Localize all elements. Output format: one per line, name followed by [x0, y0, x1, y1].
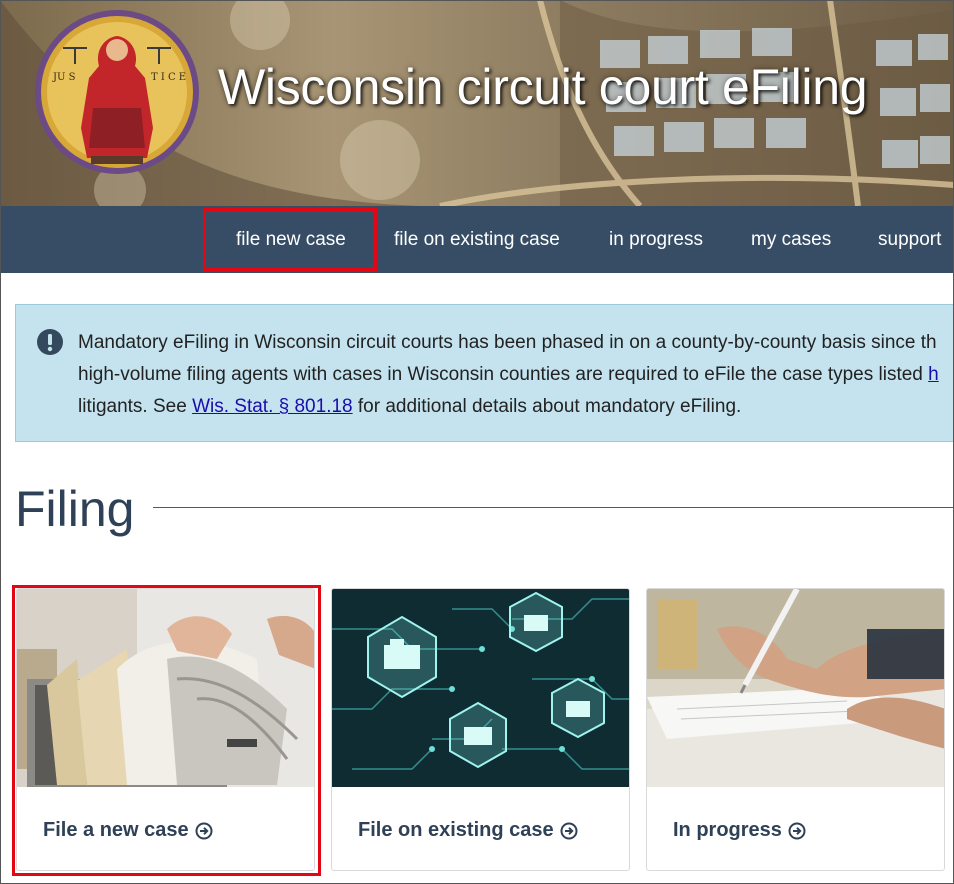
card-label-text: In progress	[673, 819, 782, 841]
alert-line-2: high-volume filing agents with cases in …	[78, 359, 954, 391]
nav-item-file-on-existing-case[interactable]: file on existing case	[394, 206, 560, 273]
card-label-text: File on existing case	[358, 819, 554, 841]
alert-text: Mandatory eFiling in Wisconsin circuit c…	[78, 327, 954, 423]
digital-folders-circuit-photo	[332, 589, 629, 787]
alert-link-here[interactable]: h	[928, 364, 939, 385]
alert-line-1: Mandatory eFiling in Wisconsin circuit c…	[78, 332, 937, 353]
section-divider	[153, 507, 954, 508]
file-drawer-photo	[17, 589, 314, 787]
hand-writing-photo	[647, 589, 944, 787]
main-nav: file new case file on existing case in p…	[0, 206, 954, 273]
card-in-progress[interactable]: In progress	[646, 588, 945, 871]
mandatory-efiling-alert: Mandatory eFiling in Wisconsin circuit c…	[15, 304, 954, 442]
nav-item-in-progress[interactable]: in progress	[609, 206, 703, 273]
alert-line-3-text: litigants. See	[78, 396, 193, 417]
card-label-file-on-existing-case[interactable]: File on existing case	[358, 819, 578, 842]
alert-line-3-tail: for additional details about mandatory e…	[352, 396, 742, 417]
nav-item-my-cases[interactable]: my cases	[751, 206, 831, 273]
seal-text-left: JU S	[52, 72, 76, 83]
section-title: Filing	[15, 481, 135, 537]
card-file-new-case[interactable]: File a new case	[16, 588, 315, 871]
site-header: JU S T I C E Wisconsin circuit court eFi…	[0, 0, 954, 206]
alert-line-2-text: high-volume filing agents with cases in …	[78, 364, 929, 385]
card-label-text: File a new case	[43, 819, 189, 841]
wis-stat-link[interactable]: Wis. Stat. § 801.18	[192, 396, 353, 417]
nav-item-file-new-case[interactable]: file new case	[236, 206, 346, 273]
arrow-right-circle-icon	[788, 822, 806, 839]
arrow-right-circle-icon	[195, 822, 213, 839]
court-seal-logo: JU S T I C E	[35, 10, 199, 174]
card-file-on-existing-case[interactable]: File on existing case	[331, 588, 630, 871]
site-title: Wisconsin circuit court eFiling	[218, 59, 868, 115]
arrow-right-circle-icon	[560, 822, 578, 839]
nav-item-support[interactable]: support	[878, 206, 941, 273]
seal-text-right: T I C E	[151, 72, 186, 83]
alert-line-3: litigants. See Wis. Stat. § 801.18 for a…	[78, 391, 954, 423]
exclamation-circle-icon	[37, 329, 63, 355]
card-label-file-new-case[interactable]: File a new case	[43, 819, 213, 842]
card-label-in-progress[interactable]: In progress	[673, 819, 806, 842]
